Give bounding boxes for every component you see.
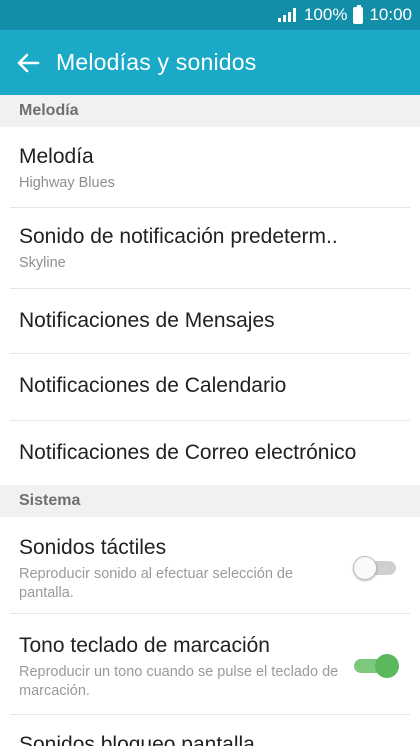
item-title: Notificaciones de Correo electrónico (19, 441, 357, 464)
clock: 10:00 (369, 5, 412, 24)
item-subtitle: Skyline (19, 255, 66, 271)
list-item-message-notifications[interactable]: Notificaciones de Mensajes (0, 289, 420, 353)
toggle-thumb (353, 556, 377, 580)
item-subtitle: Highway Blues (19, 175, 115, 191)
app-bar: Melodías y sonidos (0, 30, 420, 95)
item-title: Notificaciones de Mensajes (19, 309, 275, 332)
page-title: Melodías y sonidos (56, 49, 257, 75)
list-item-calendar-notifications[interactable]: Notificaciones de Calendario (0, 354, 420, 420)
back-arrow-icon[interactable] (12, 47, 44, 79)
section-header-melodia: Melodía (0, 95, 420, 127)
status-icons: 100% 10:00 (277, 4, 412, 25)
list-item-dialpad-tone[interactable]: Tono teclado de marcación Reproducir un … (0, 614, 420, 714)
battery-percentage: 100% (303, 5, 348, 24)
touch-sounds-toggle[interactable] (353, 556, 398, 580)
item-description: Reproducir sonido al efectuar selección … (19, 566, 294, 601)
toggle-thumb (375, 654, 399, 678)
item-description: Reproducir un tono cuando se pulse el te… (19, 664, 339, 699)
item-title: Sonidos táctiles (19, 536, 167, 559)
battery-icon (353, 4, 364, 24)
section-header-sistema: Sistema (0, 485, 420, 517)
item-title: Notificaciones de Calendario (19, 374, 287, 397)
item-title: Melodía (19, 145, 94, 168)
list-item-melodia[interactable]: Melodía Highway Blues (0, 127, 420, 207)
item-title: Sonidos bloqueo pantalla (19, 733, 255, 746)
item-title: Tono teclado de marcación (19, 634, 270, 657)
status-bar: 100% 10:00 (0, 0, 420, 30)
list-item-touch-sounds[interactable]: Sonidos táctiles Reproducir sonido al ef… (0, 517, 420, 613)
list-item-screen-lock-sounds[interactable]: Sonidos bloqueo pantalla (0, 715, 420, 746)
item-title: Sonido de notificación predeterm.. (19, 225, 338, 248)
list-item-email-notifications[interactable]: Notificaciones de Correo electrónico (0, 421, 420, 485)
list-item-notification-sound[interactable]: Sonido de notificación predeterm.. Skyli… (0, 208, 420, 288)
signal-icon (277, 8, 296, 22)
dialpad-tone-toggle[interactable] (354, 654, 399, 678)
